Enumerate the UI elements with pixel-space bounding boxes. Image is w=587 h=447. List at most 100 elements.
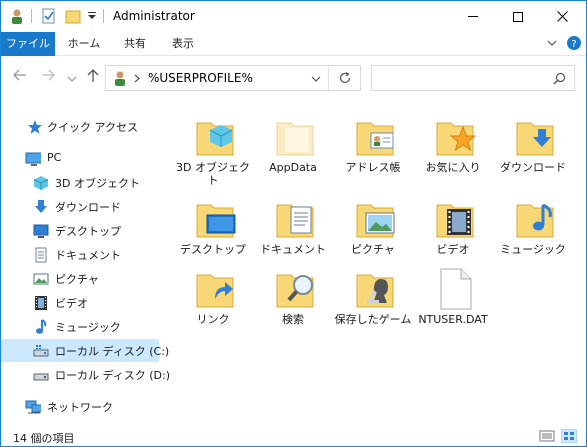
downloads-folder-icon	[516, 122, 554, 156]
file-item-searches[interactable]: 検索	[253, 259, 333, 339]
sidebar-item-label: 3D オブジェクト	[55, 177, 140, 190]
sidebar-item-desktop[interactable]: デスクトップ	[1, 219, 159, 242]
help-icon[interactable]: ?	[566, 35, 582, 51]
file-item-documents[interactable]: ドキュメント	[253, 189, 333, 269]
videos-folder-icon	[436, 204, 474, 238]
download-arrow-icon	[35, 200, 47, 213]
contacts-folder-icon	[356, 122, 394, 156]
customize-toolbar-icon[interactable]	[87, 12, 97, 20]
pc-monitor-icon	[25, 152, 41, 166]
status-bar: 14 個の項目	[1, 426, 586, 446]
sidebar-item-pc[interactable]: PC	[1, 147, 159, 170]
up-button[interactable]	[87, 69, 99, 87]
sidebar-item-pictures[interactable]: ピクチャ	[1, 267, 159, 290]
sidebar-item-3d-objects[interactable]: 3D オブジェクト	[1, 171, 159, 194]
address-bar[interactable]: %USERPROFILE%	[105, 65, 361, 91]
file-item-label: アドレス帳	[345, 161, 401, 174]
sidebar-item-quick-access[interactable]: クイック アクセス	[1, 115, 159, 138]
tab-share[interactable]: 共有	[115, 32, 155, 56]
desktop-monitor-icon	[33, 224, 49, 238]
svg-text:?: ?	[571, 39, 576, 50]
back-arrow-icon	[13, 69, 26, 81]
sidebar-item-label: ローカル ディスク (D:)	[55, 369, 170, 382]
file-item-label: ダウンロード	[500, 161, 566, 174]
file-item-label: 3D オブジェクト	[176, 161, 250, 187]
sidebar-item-videos[interactable]: ビデオ	[1, 291, 159, 314]
back-button[interactable]	[13, 69, 27, 85]
file-item-links[interactable]: リンク	[173, 259, 253, 339]
file-item-label: お気に入り	[425, 161, 481, 174]
video-film-icon	[35, 296, 47, 310]
sidebar-item-documents[interactable]: ドキュメント	[1, 243, 159, 266]
file-item-label: 保存したゲーム	[334, 313, 412, 326]
close-button[interactable]	[540, 1, 585, 32]
sidebar-item-label: PC	[47, 151, 62, 164]
sidebar-item-label: クイック アクセス	[47, 121, 138, 134]
file-item-ntuser-dat[interactable]: NTUSER.DAT	[413, 259, 493, 339]
file-item-music[interactable]: ミュージック	[493, 189, 573, 269]
sidebar-item-local-disk-d[interactable]: ローカル ディスク (D:)	[1, 363, 170, 386]
file-item-videos[interactable]: ビデオ	[413, 189, 493, 269]
sidebar-item-label: ビデオ	[55, 297, 88, 310]
sidebar-item-music[interactable]: ミュージック	[1, 315, 159, 338]
recent-locations-button[interactable]	[67, 71, 77, 87]
address-divider	[328, 66, 329, 90]
file-item-label: NTUSER.DAT	[418, 313, 488, 326]
file-item-3d-objects[interactable]: 3D オブジェクト	[173, 107, 253, 187]
sidebar-item-local-disk-c[interactable]: ローカル ディスク (C:)	[1, 339, 169, 362]
search-icon	[553, 72, 566, 85]
file-item-label: ビデオ	[436, 243, 470, 256]
sidebar-item-network[interactable]: ネットワーク	[1, 395, 159, 418]
tab-view[interactable]: 表示	[163, 32, 203, 56]
links-folder-icon	[196, 274, 234, 308]
user-folder-icon[interactable]	[9, 8, 25, 24]
maximize-button[interactable]	[495, 1, 540, 32]
close-icon	[557, 11, 568, 22]
file-item-label: 検索	[282, 313, 304, 326]
file-item-appdata[interactable]: AppData	[253, 107, 333, 187]
minimize-button[interactable]	[450, 1, 495, 32]
forward-arrow-icon	[42, 69, 55, 81]
saved-games-folder-icon	[356, 274, 394, 308]
file-item-pictures[interactable]: ピクチャ	[333, 189, 413, 269]
chevron-right-icon[interactable]	[134, 74, 140, 83]
user-folder-icon	[115, 71, 125, 86]
searches-folder-icon	[276, 274, 314, 308]
sidebar-item-downloads[interactable]: ダウンロード	[1, 195, 159, 218]
refresh-icon[interactable]	[338, 71, 352, 85]
details-view-icon[interactable]	[539, 429, 555, 443]
file-list: 3D オブジェクト AppData アドレス帳 お気に入り ダウンロード デスク…	[171, 101, 581, 421]
tab-file[interactable]: ファイル	[1, 32, 55, 56]
forward-button[interactable]	[41, 69, 55, 85]
explorer-window: Administrator ファイル ホーム 共有 表示 ? %USERPROF…	[0, 0, 587, 447]
search-input[interactable]	[371, 65, 575, 91]
large-icons-view-icon[interactable]	[561, 429, 577, 443]
favorites-folder-icon	[436, 122, 477, 156]
documents-folder-icon	[276, 204, 314, 238]
file-item-favorites[interactable]: お気に入り	[413, 107, 493, 187]
file-item-label: ドキュメント	[260, 243, 326, 256]
music-folder-icon	[516, 203, 554, 238]
title-separator	[31, 9, 32, 23]
local-disk-icon	[33, 373, 49, 381]
expand-ribbon-icon[interactable]	[546, 37, 558, 49]
sidebar-item-label: デスクトップ	[55, 225, 121, 238]
navigation-pane: クイック アクセス PC 3D オブジェクト ダウンロード デスクトップ ドキュ…	[1, 107, 170, 427]
file-item-contacts[interactable]: アドレス帳	[333, 107, 413, 187]
sidebar-item-label: ネットワーク	[47, 401, 113, 414]
new-folder-icon[interactable]	[65, 8, 81, 24]
window-title: Administrator	[113, 9, 195, 23]
navigation-bar: %USERPROFILE%	[1, 57, 586, 99]
address-path: %USERPROFILE%	[148, 71, 253, 85]
quick-access-star-icon	[28, 120, 42, 134]
address-dropdown-icon[interactable]	[311, 75, 321, 83]
properties-icon[interactable]	[41, 8, 57, 24]
file-item-downloads[interactable]: ダウンロード	[493, 107, 573, 187]
title-separator	[103, 9, 104, 23]
tab-home[interactable]: ホーム	[61, 32, 107, 56]
file-item-saved-games[interactable]: 保存したゲーム	[333, 259, 413, 339]
title-bar: Administrator	[1, 1, 586, 32]
3d-objects-folder-icon	[196, 122, 234, 156]
file-item-desktop[interactable]: デスクトップ	[173, 189, 253, 269]
ribbon: ファイル ホーム 共有 表示 ?	[1, 32, 586, 56]
